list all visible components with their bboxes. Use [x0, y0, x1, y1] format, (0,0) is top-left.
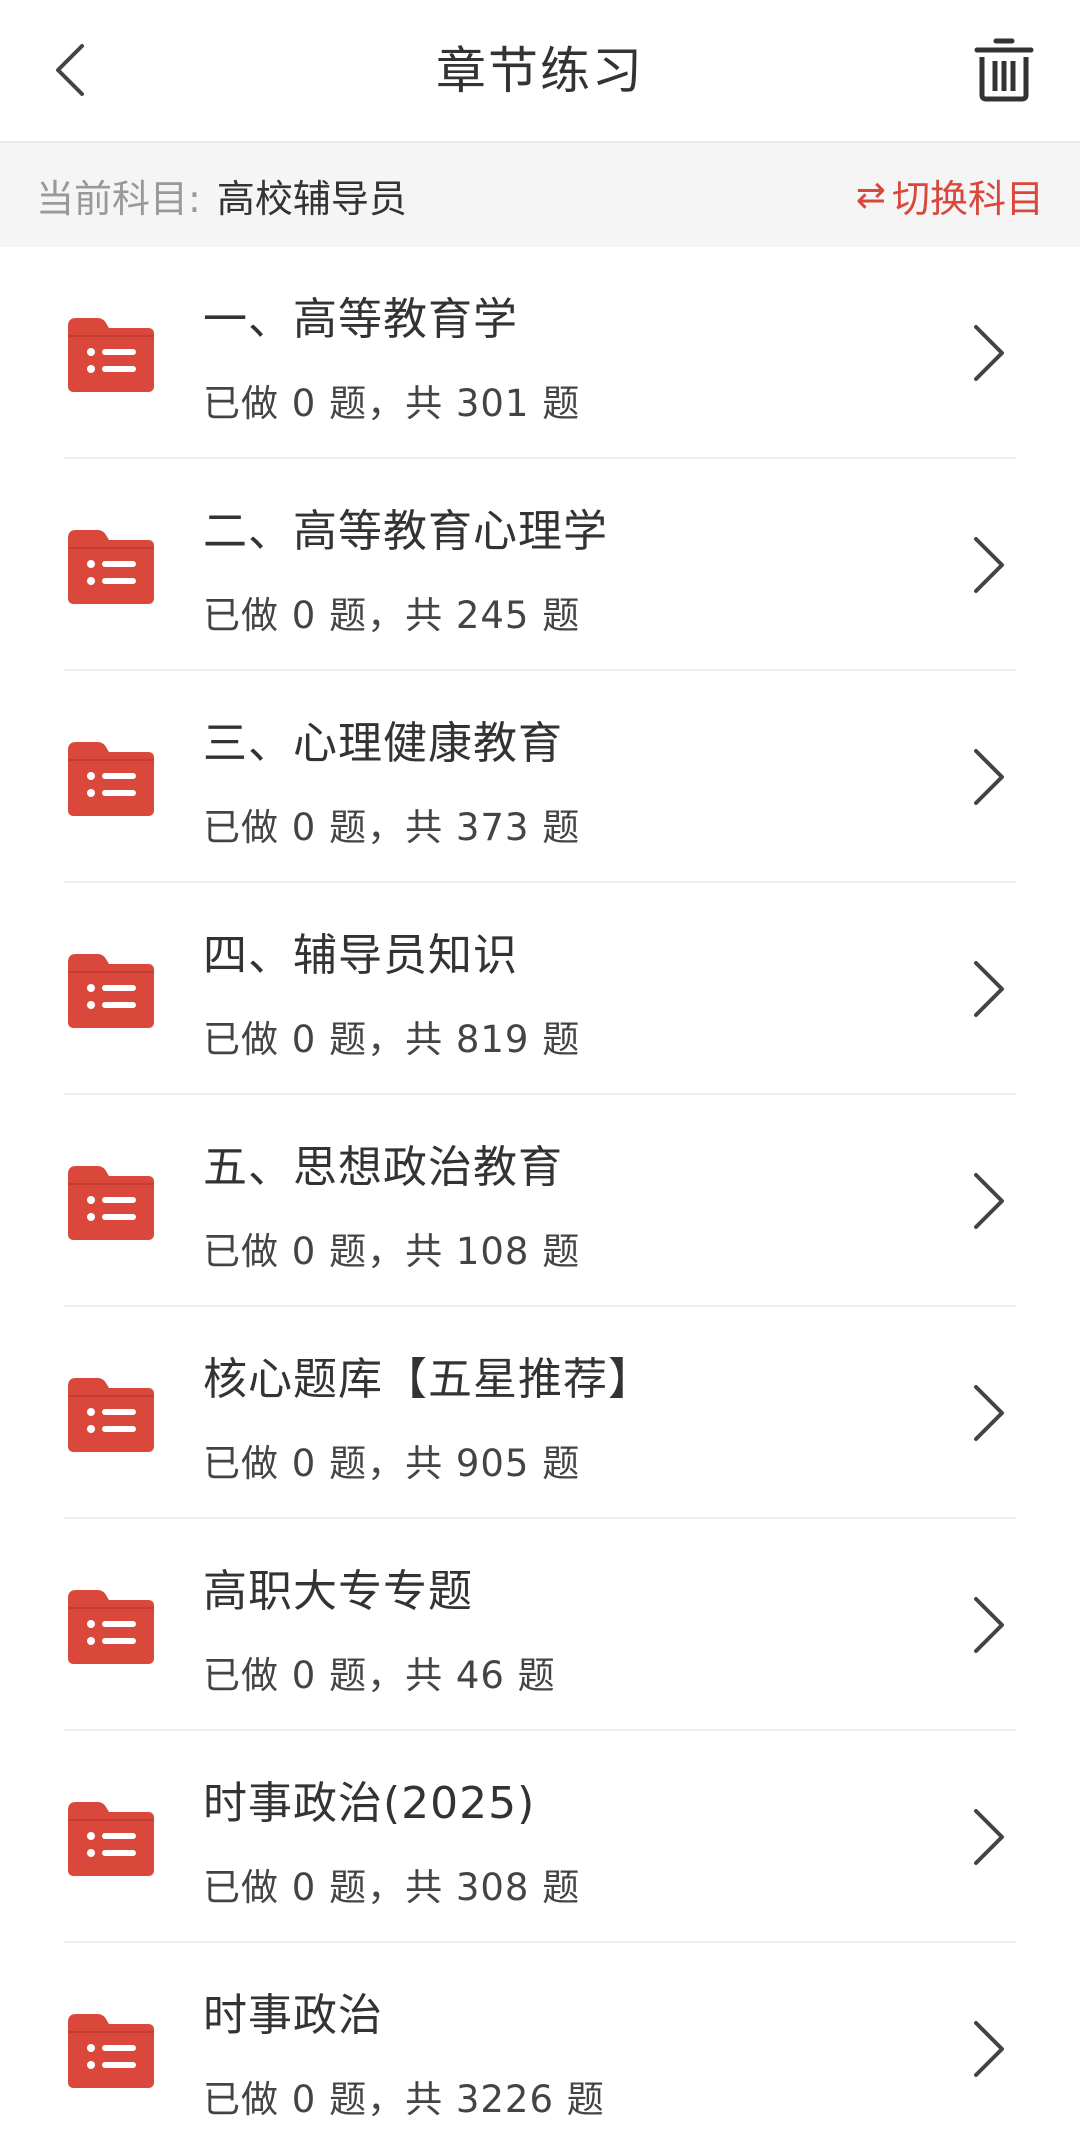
chapter-progress: 已做 0 题，共 3226 题 — [203, 2078, 605, 2121]
delete-button[interactable] — [964, 30, 1044, 110]
chevron-right-icon — [974, 537, 1004, 593]
chapter-title: 时事政治(2025) — [203, 1778, 536, 1829]
chevron-right-icon — [974, 1385, 1004, 1441]
chapter-item[interactable]: 时事政治(2025) 已做 0 题，共 308 题 — [0, 1731, 1080, 1943]
chapter-item[interactable]: 五、思想政治教育 已做 0 题，共 108 题 — [0, 1095, 1080, 1307]
chevron-right-icon — [974, 1809, 1004, 1865]
switch-subject-label: 切换科目 — [891, 176, 1044, 221]
current-subject: 高校辅导员 — [216, 176, 407, 221]
folder-list-icon — [68, 1166, 154, 1240]
chapter-list: 一、高等教育学 已做 0 题，共 301 题 二、高等教育心理学 已做 0 题，… — [0, 247, 1080, 2155]
swap-icon: ⇄ — [855, 174, 886, 216]
chapter-progress: 已做 0 题，共 108 题 — [203, 1230, 581, 1273]
subject-bar: 当前科目: 高校辅导员 ⇄ 切换科目 — [0, 143, 1080, 247]
chapter-title: 核心题库【五星推荐】 — [203, 1354, 653, 1405]
chapter-title: 时事政治 — [203, 1990, 383, 2041]
chevron-right-icon — [974, 2021, 1004, 2077]
chapter-progress: 已做 0 题，共 373 题 — [203, 806, 581, 849]
chapter-item[interactable]: 三、心理健康教育 已做 0 题，共 373 题 — [0, 671, 1080, 883]
header-bar: 章节练习 — [0, 0, 1080, 143]
chevron-right-icon — [974, 961, 1004, 1017]
chapter-item[interactable]: 二、高等教育心理学 已做 0 题，共 245 题 — [0, 459, 1080, 671]
chapter-title: 五、思想政治教育 — [203, 1142, 563, 1193]
folder-list-icon — [68, 2014, 154, 2088]
chapter-title: 一、高等教育学 — [203, 294, 518, 345]
chapter-title: 四、辅导员知识 — [203, 930, 518, 981]
trash-icon — [974, 38, 1034, 102]
folder-list-icon — [68, 318, 154, 392]
chapter-progress: 已做 0 题，共 308 题 — [203, 1866, 581, 1909]
switch-subject-button[interactable]: ⇄ 切换科目 — [856, 143, 1044, 247]
folder-list-icon — [68, 1590, 154, 1664]
chevron-right-icon — [974, 749, 1004, 805]
chapter-progress: 已做 0 题，共 301 题 — [203, 382, 581, 425]
chapter-item[interactable]: 高职大专专题 已做 0 题，共 46 题 — [0, 1519, 1080, 1731]
chapter-progress: 已做 0 题，共 245 题 — [203, 594, 581, 637]
folder-list-icon — [68, 1378, 154, 1452]
chapter-title: 三、心理健康教育 — [203, 718, 563, 769]
chapter-progress: 已做 0 题，共 819 题 — [203, 1018, 581, 1061]
chapter-item[interactable]: 一、高等教育学 已做 0 题，共 301 题 — [0, 247, 1080, 459]
chapter-item[interactable]: 时事政治 已做 0 题，共 3226 题 — [0, 1943, 1080, 2155]
chapter-item[interactable]: 核心题库【五星推荐】 已做 0 题，共 905 题 — [0, 1307, 1080, 1519]
subject-label: 当前科目: — [36, 176, 201, 221]
folder-list-icon — [68, 954, 154, 1028]
chevron-right-icon — [974, 1173, 1004, 1229]
folder-list-icon — [68, 1802, 154, 1876]
chapter-item[interactable]: 四、辅导员知识 已做 0 题，共 819 题 — [0, 883, 1080, 1095]
chevron-right-icon — [974, 325, 1004, 381]
chapter-title: 二、高等教育心理学 — [203, 506, 608, 557]
chapter-title: 高职大专专题 — [203, 1566, 473, 1617]
folder-list-icon — [68, 530, 154, 604]
page-title: 章节练习 — [436, 42, 644, 100]
chapter-progress: 已做 0 题，共 905 题 — [203, 1442, 581, 1485]
chapter-progress: 已做 0 题，共 46 题 — [203, 1654, 556, 1697]
folder-list-icon — [68, 742, 154, 816]
chevron-right-icon — [974, 1597, 1004, 1653]
